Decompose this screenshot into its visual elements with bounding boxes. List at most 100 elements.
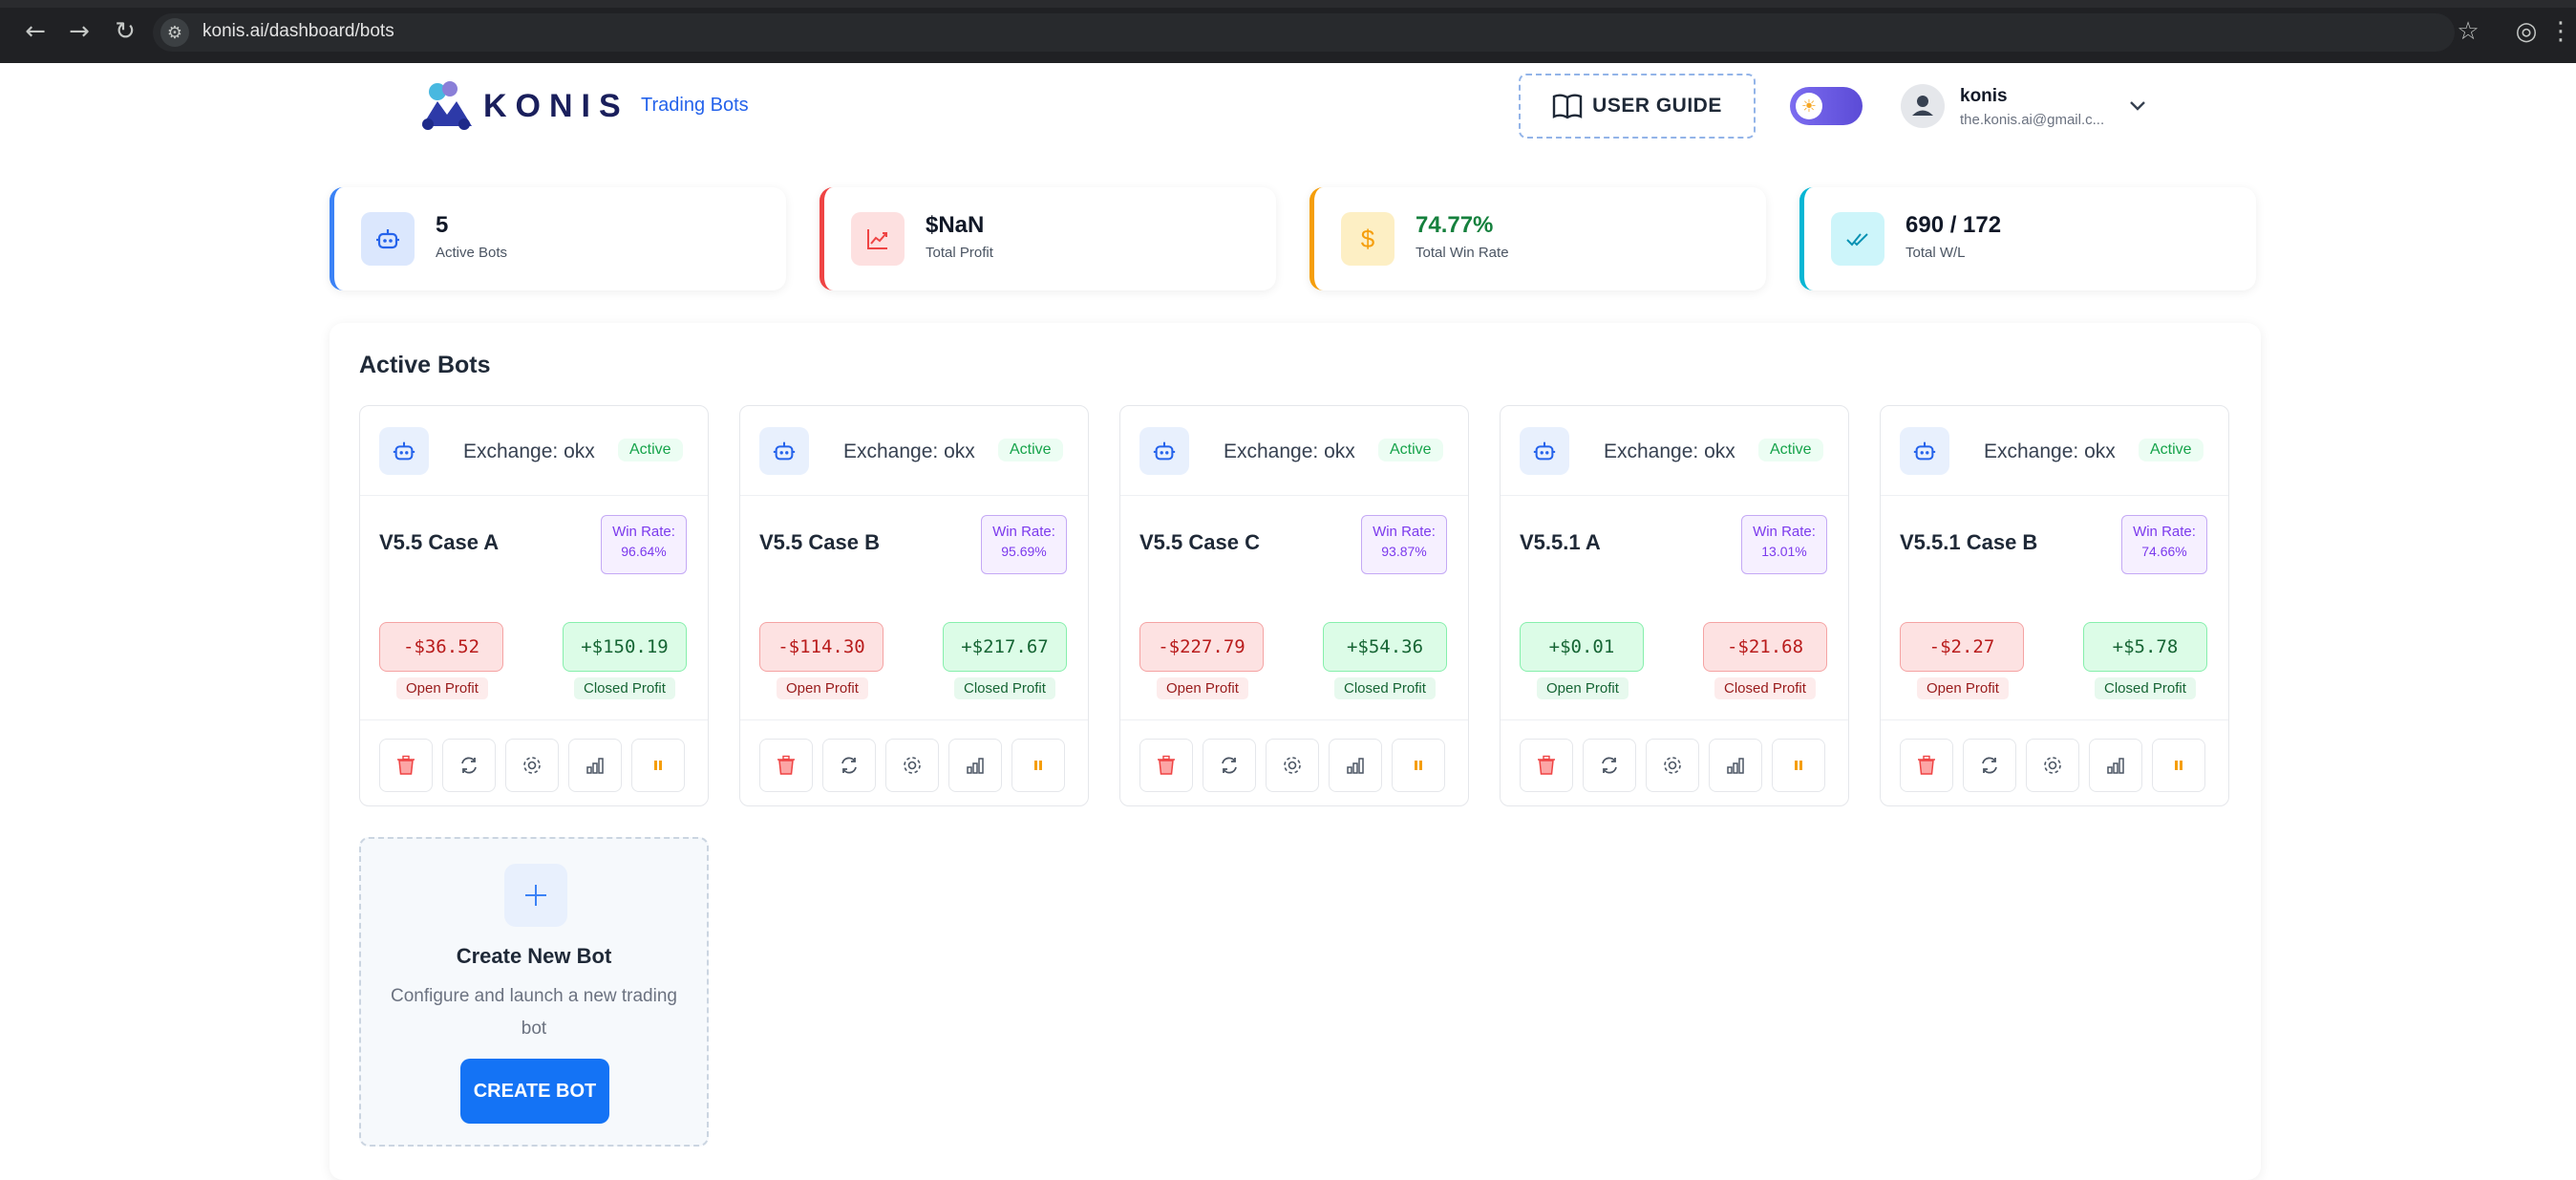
gear-icon [2044, 757, 2061, 774]
delete-button[interactable] [1900, 739, 1953, 792]
stat-label: Total Profit [926, 245, 993, 261]
open-profit-value: +$0.01 [1520, 622, 1644, 672]
refresh-button[interactable] [1583, 739, 1636, 792]
win-rate-label: Win Rate: [992, 524, 1055, 540]
bookmark-star-icon[interactable]: ☆ [2452, 15, 2484, 48]
stats-button[interactable] [948, 739, 1002, 792]
bar-chart-icon [1727, 758, 1744, 774]
win-rate-label: Win Rate: [2133, 524, 2196, 540]
bot-card: Exchange: okx Active V5.5 Case B Win Rat… [739, 405, 1089, 806]
win-rate-value: 96.64% [621, 544, 667, 559]
trend-chart-icon [851, 212, 905, 266]
gear-icon [904, 757, 921, 774]
robot-icon [379, 427, 429, 475]
pause-button[interactable] [2152, 739, 2205, 792]
stat-label: Total W/L [1905, 245, 1966, 261]
delete-button[interactable] [379, 739, 433, 792]
bot-card: Exchange: okx Active V5.5.1 A Win Rate: 1… [1500, 405, 1849, 806]
user-email[interactable]: the.konis.ai@gmail.c... [1960, 112, 2104, 128]
open-profit-label: Open Profit [777, 677, 868, 699]
bot-name: V5.5 Case C [1139, 530, 1260, 554]
user-name[interactable]: konis [1960, 86, 2008, 107]
settings-button[interactable] [885, 739, 939, 792]
stat-active-bots: 5 Active Bots [330, 187, 786, 290]
address-bar[interactable] [153, 13, 2455, 52]
refresh-button[interactable] [1963, 739, 2016, 792]
stats-button[interactable] [1709, 739, 1762, 792]
exchange-label: Exchange: okx [463, 440, 595, 462]
user-guide-button[interactable]: USER GUIDE [1519, 74, 1756, 139]
closed-profit-value: +$54.36 [1323, 622, 1447, 672]
closed-profit-label: Closed Profit [574, 677, 675, 699]
gear-icon [1664, 757, 1681, 774]
stats-button[interactable] [2089, 739, 2142, 792]
theme-toggle[interactable]: ☀ [1790, 87, 1863, 125]
stats-button[interactable] [1329, 739, 1382, 792]
status-badge: Active [998, 439, 1063, 461]
create-bot-button[interactable]: CREATE BOT [460, 1059, 609, 1124]
site-settings-icon[interactable]: ⚙ [160, 18, 189, 47]
exchange-label: Exchange: okx [1224, 440, 1355, 462]
delete-button[interactable] [1139, 739, 1193, 792]
open-profit-label: Open Profit [1157, 677, 1248, 699]
win-rate-badge: Win Rate: 74.66% [2121, 515, 2207, 574]
win-rate-value: 95.69% [1001, 544, 1047, 559]
stat-value: 74.77% [1416, 212, 1494, 238]
pause-button[interactable] [1772, 739, 1825, 792]
settings-button[interactable] [505, 739, 559, 792]
section-title: Active Bots [359, 352, 491, 378]
delete-button[interactable] [1520, 739, 1573, 792]
status-badge: Active [1758, 439, 1823, 461]
tab-strip [0, 0, 2576, 8]
bot-card: Exchange: okx Active V5.5 Case A Win Rat… [359, 405, 709, 806]
delete-button[interactable] [759, 739, 813, 792]
closed-profit-value: +$5.78 [2083, 622, 2207, 672]
menu-kebab-icon[interactable]: ⋮ [2544, 15, 2576, 48]
stats-button[interactable] [568, 739, 622, 792]
settings-button[interactable] [2026, 739, 2079, 792]
nav-trading-bots[interactable]: Trading Bots [641, 95, 749, 117]
open-profit-value: -$114.30 [759, 622, 884, 672]
settings-button[interactable] [1646, 739, 1699, 792]
user-icon [1912, 96, 1933, 116]
pause-button[interactable] [631, 739, 685, 792]
profile-icon[interactable]: ◎ [2510, 15, 2543, 48]
refresh-button[interactable] [1203, 739, 1256, 792]
create-bot-card[interactable]: Create New Bot Configure and launch a ne… [359, 837, 709, 1147]
dollar-icon: $ [1341, 212, 1394, 266]
closed-profit-value: +$150.19 [563, 622, 687, 672]
bar-chart-icon [586, 758, 604, 774]
refresh-button[interactable] [442, 739, 496, 792]
avatar[interactable] [1901, 84, 1945, 128]
back-arrow-icon[interactable]: ← [19, 15, 52, 48]
bar-chart-icon [1347, 758, 1364, 774]
win-rate-label: Win Rate: [612, 524, 675, 540]
refresh-icon [461, 757, 477, 774]
gear-icon [523, 757, 541, 774]
gear-icon [1284, 757, 1301, 774]
sun-icon: ☀ [1796, 93, 1822, 119]
closed-profit-value: -$21.68 [1703, 622, 1827, 672]
chevron-down-icon[interactable] [2124, 92, 2151, 118]
settings-button[interactable] [1266, 739, 1319, 792]
pause-button[interactable] [1392, 739, 1445, 792]
create-bot-description: Configure and launch a new trading bot [391, 986, 677, 1039]
win-rate-value: 13.01% [1761, 544, 1807, 559]
exchange-label: Exchange: okx [843, 440, 975, 462]
trash-icon [397, 755, 415, 775]
pause-button[interactable] [1011, 739, 1065, 792]
url-text[interactable]: konis.ai/dashboard/bots [202, 21, 394, 42]
logo-text[interactable]: KONIS [483, 88, 629, 125]
refresh-button[interactable] [822, 739, 876, 792]
bot-card: Exchange: okx Active V5.5.1 Case B Win R… [1880, 405, 2229, 806]
bot-name: V5.5.1 A [1520, 530, 1601, 554]
robot-icon [1900, 427, 1949, 475]
trash-icon [1158, 755, 1175, 775]
open-profit-label: Open Profit [396, 677, 488, 699]
reload-icon[interactable]: ↻ [109, 15, 141, 48]
trash-icon [1538, 755, 1555, 775]
bot-name: V5.5 Case A [379, 530, 500, 554]
forward-arrow-icon[interactable]: → [63, 15, 96, 48]
create-bot-title: Create New Bot [456, 944, 612, 968]
trash-icon [1918, 755, 1935, 775]
